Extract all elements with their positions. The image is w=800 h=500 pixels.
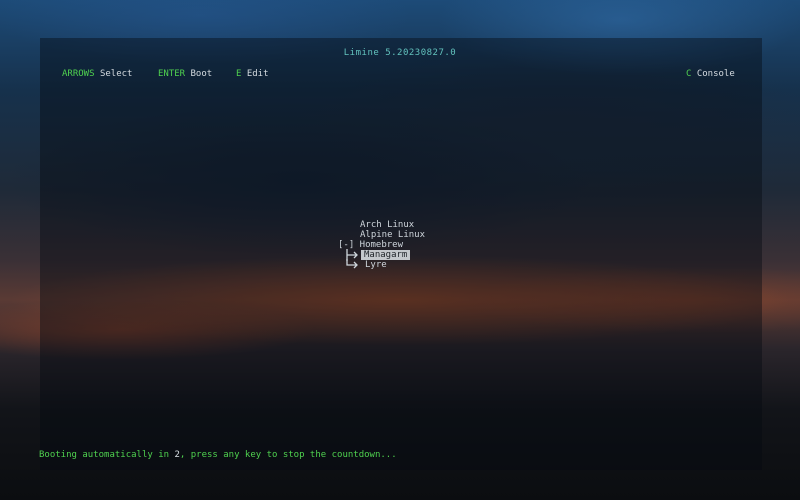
hint-label: Boot [191, 69, 213, 79]
hint-enter-boot: ENTER Boot [158, 69, 212, 79]
countdown-prefix: Booting automatically in [39, 450, 174, 460]
hint-arrows-select: ARROWS Select [62, 69, 132, 79]
hint-label: Console [697, 69, 735, 79]
hint-key: C [686, 69, 691, 79]
hint-key: ENTER [158, 69, 185, 79]
bootloader-title: Limine 5.20230827.0 [0, 48, 800, 58]
hint-label: Select [100, 69, 133, 79]
boot-entry-alpine-linux[interactable]: Alpine Linux [360, 230, 425, 240]
hint-edit: E Edit [236, 69, 269, 79]
boot-entry-managarm[interactable]: Managarm [361, 250, 410, 260]
hint-console: C Console [686, 69, 735, 79]
hint-label: Edit [247, 69, 269, 79]
boot-entry-lyre[interactable]: Lyre [365, 260, 387, 270]
countdown-suffix: , press any key to stop the countdown... [180, 450, 397, 460]
autoboot-countdown-message: Booting automatically in 2, press any ke… [39, 450, 397, 460]
tree-end-icon [345, 259, 359, 279]
hint-key: E [236, 69, 241, 79]
hint-key: ARROWS [62, 69, 95, 79]
boot-entry-arch-linux[interactable]: Arch Linux [360, 220, 414, 230]
